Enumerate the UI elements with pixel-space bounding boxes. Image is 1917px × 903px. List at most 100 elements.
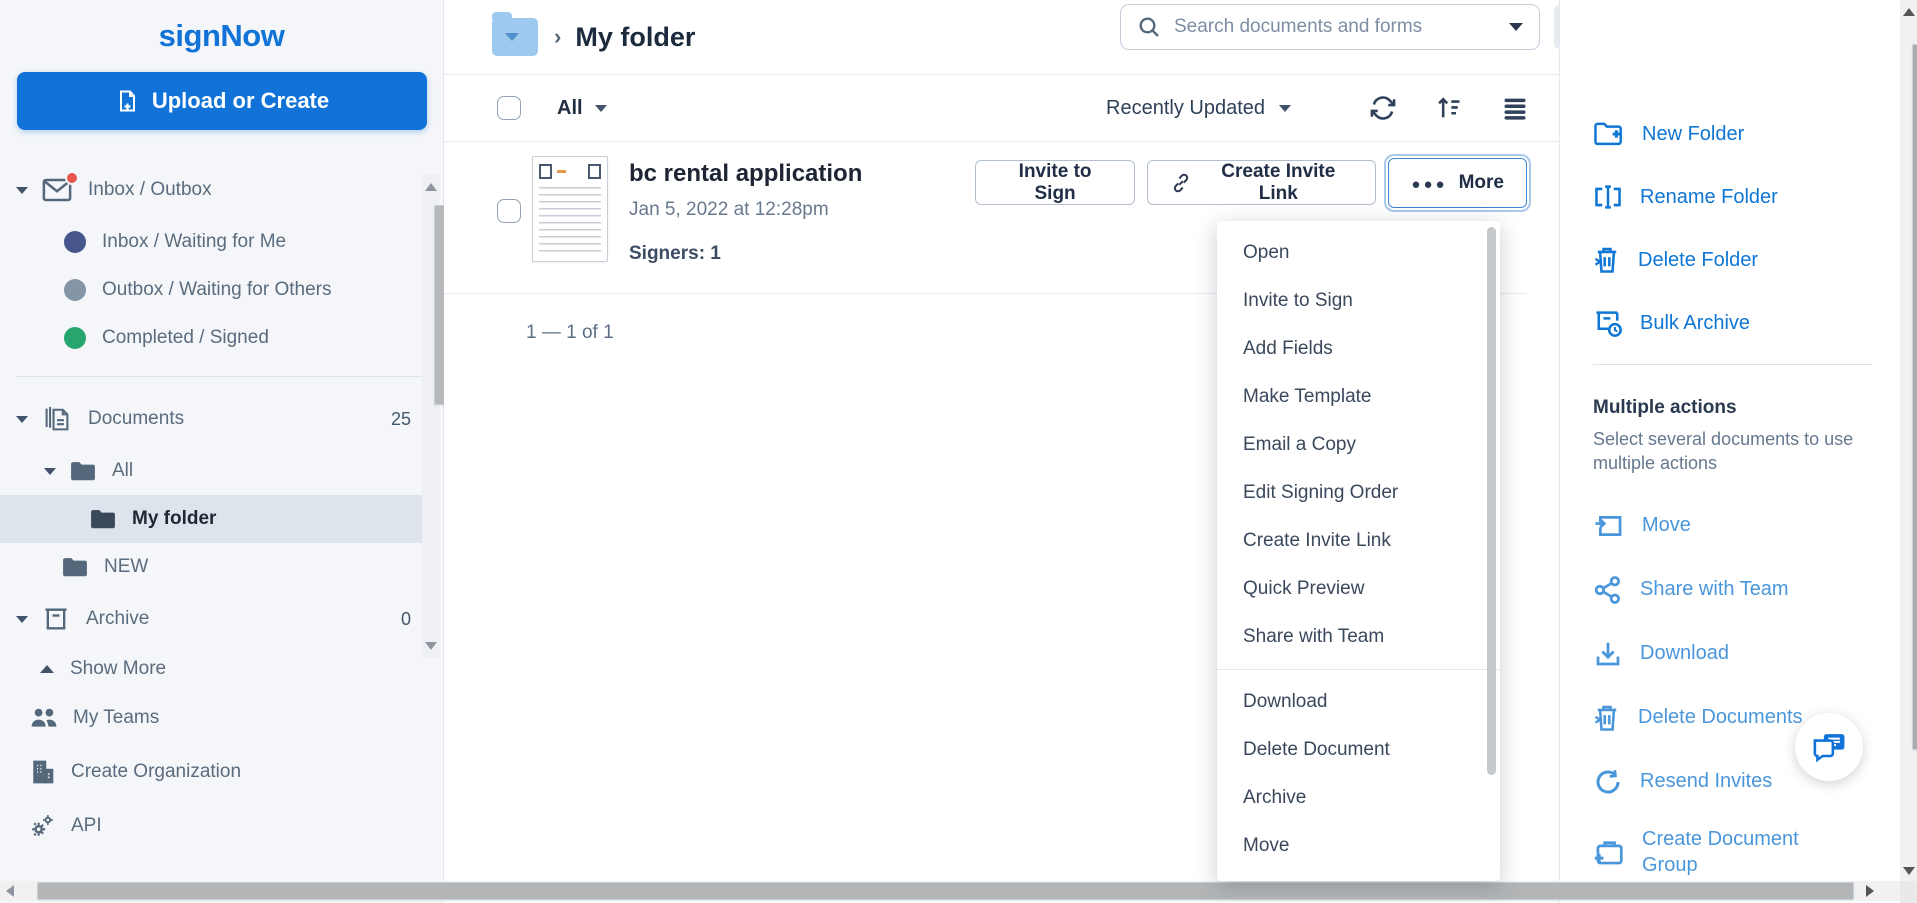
menu-item-add-fields[interactable]: Add Fields: [1217, 325, 1500, 373]
signnow-logo: signNow: [0, 0, 443, 54]
search-dropdown-caret-icon[interactable]: [1509, 23, 1523, 31]
sidebar-item-outbox-waiting-for-others[interactable]: Outbox / Waiting for Others: [0, 266, 443, 314]
scroll-right-arrow-icon[interactable]: [1866, 885, 1874, 897]
invite-to-sign-button[interactable]: Invite to Sign: [975, 160, 1135, 205]
document-plus-icon: [115, 89, 139, 113]
scroll-down-arrow-icon[interactable]: [425, 642, 437, 650]
sort-order-icon[interactable]: [1435, 94, 1463, 122]
upload-or-create-button[interactable]: Upload or Create: [17, 72, 427, 130]
share-with-team-action[interactable]: Share with Team: [1560, 564, 1900, 616]
folder-tree: Inbox / Outbox Inbox / Waiting for Me Ou…: [0, 162, 443, 647]
document-signers: Signers: 1: [629, 243, 862, 265]
create-document-group-action[interactable]: Create Document Group: [1560, 820, 1900, 884]
menu-item-create-invite-link[interactable]: Create Invite Link: [1217, 517, 1500, 565]
archive-icon: [42, 606, 70, 632]
search-bar[interactable]: [1120, 4, 1540, 50]
chat-widget-button[interactable]: [1795, 713, 1863, 781]
menu-item-email-a-copy[interactable]: Email a Copy: [1217, 421, 1500, 469]
menu-item-make-template[interactable]: Make Template: [1217, 373, 1500, 421]
menu-scrollbar-thumb[interactable]: [1487, 227, 1496, 775]
collapse-caret-icon[interactable]: [16, 416, 28, 423]
archive-clock-icon: [1593, 308, 1623, 338]
document-date: Jan 5, 2022 at 12:28pm: [629, 199, 862, 221]
trash-icon: [1593, 245, 1621, 275]
create-invite-link-button[interactable]: Create Invite Link: [1147, 160, 1376, 205]
ellipsis-icon: ●●●: [1411, 176, 1447, 193]
sidebar-item-inbox-outbox[interactable]: Inbox / Outbox: [0, 162, 443, 218]
horizontal-scrollbar-thumb[interactable]: [37, 882, 1854, 900]
scroll-down-arrow-icon[interactable]: [1903, 867, 1915, 875]
folder-actions-list: New Folder Rename Folder Delete Folder: [1560, 0, 1900, 349]
vertical-scrollbar[interactable]: [1900, 0, 1917, 881]
sidebar-item-completed-signed[interactable]: Completed / Signed: [0, 314, 443, 362]
collapse-caret-icon[interactable]: [44, 468, 56, 475]
scroll-left-arrow-icon[interactable]: [6, 885, 14, 897]
collapse-caret-icon[interactable]: [16, 616, 28, 623]
completed-status-dot: [64, 327, 86, 349]
move-action[interactable]: Move: [1560, 500, 1900, 552]
chevron-up-icon: [40, 665, 54, 673]
show-more-toggle[interactable]: Show More: [0, 647, 443, 691]
collapse-caret-icon[interactable]: [16, 187, 28, 194]
folder-icon: [90, 508, 116, 530]
menu-item-archive[interactable]: Archive: [1217, 774, 1500, 822]
list-view-icon[interactable]: [1501, 94, 1529, 122]
sort-dropdown[interactable]: Recently Updated: [1106, 97, 1291, 120]
page-title: My folder: [575, 22, 695, 53]
sidebar-item-my-folder[interactable]: My folder: [0, 495, 422, 543]
resend-refresh-icon: [1593, 767, 1623, 797]
document-title[interactable]: bc rental application: [629, 160, 862, 188]
sidebar-item-inbox-waiting-for-me[interactable]: Inbox / Waiting for Me: [0, 218, 443, 266]
folder-plus-icon: [1593, 120, 1625, 148]
breadcrumb-folder-icon[interactable]: [492, 18, 538, 56]
menu-item-edit-signing-order[interactable]: Edit Signing Order: [1217, 469, 1500, 517]
chat-bubbles-icon: [1811, 730, 1847, 764]
refresh-icon[interactable]: [1369, 94, 1397, 122]
folder-icon: [62, 556, 88, 578]
document-checkbox[interactable]: [497, 199, 521, 223]
folder-icon: [70, 460, 96, 482]
search-icon: [1137, 15, 1161, 39]
sidebar-item-new-folder[interactable]: NEW: [0, 543, 443, 591]
list-toolbar: All Recently Updated: [444, 75, 1559, 142]
download-action[interactable]: Download: [1560, 628, 1900, 680]
sidebar-item-archive[interactable]: Archive 0: [0, 591, 443, 647]
document-actions: Invite to Sign Create Invite Link ●●● Mo…: [975, 160, 1527, 208]
chevron-down-icon: [1279, 105, 1291, 112]
menu-item-invite-to-sign[interactable]: Invite to Sign: [1217, 277, 1500, 325]
sidebar-links: My Teams Create Organization: [0, 691, 443, 853]
folder-actions-panel: New Folder Rename Folder Delete Folder: [1559, 0, 1900, 903]
filter-dropdown[interactable]: All: [557, 97, 607, 120]
sidebar-scrollbar[interactable]: [422, 175, 440, 658]
select-all-checkbox[interactable]: [497, 96, 521, 120]
multiple-actions-description: Select several documents to use multiple…: [1560, 419, 1900, 476]
bulk-archive-action[interactable]: Bulk Archive: [1560, 297, 1900, 349]
vertical-scrollbar-thumb[interactable]: [1912, 44, 1917, 750]
more-actions-button[interactable]: ●●● More: [1388, 158, 1527, 208]
download-icon: [1593, 639, 1623, 669]
delete-folder-action[interactable]: Delete Folder: [1560, 234, 1900, 286]
scroll-up-arrow-icon[interactable]: [1903, 8, 1915, 16]
sidebar: signNow Upload or Create Inbox / Outbox …: [0, 0, 444, 903]
inbox-status-dot: [64, 231, 86, 253]
search-input[interactable]: [1174, 16, 1496, 38]
menu-item-move[interactable]: Move: [1217, 822, 1500, 870]
sidebar-item-my-teams[interactable]: My Teams: [0, 691, 443, 745]
sidebar-item-create-organization[interactable]: Create Organization: [0, 745, 443, 799]
move-folder-icon: [1593, 512, 1625, 540]
menu-item-open[interactable]: Open: [1217, 229, 1500, 277]
menu-item-share-with-team[interactable]: Share with Team: [1217, 613, 1500, 661]
scroll-up-arrow-icon[interactable]: [425, 183, 437, 191]
more-actions-menu: Open Invite to Sign Add Fields Make Temp…: [1217, 221, 1500, 881]
menu-item-delete-document[interactable]: Delete Document: [1217, 726, 1500, 774]
menu-item-quick-preview[interactable]: Quick Preview: [1217, 565, 1500, 613]
sidebar-item-api[interactable]: API: [0, 799, 443, 853]
document-thumbnail[interactable]: [532, 156, 608, 262]
new-folder-action[interactable]: New Folder: [1560, 108, 1900, 160]
horizontal-scrollbar[interactable]: [0, 881, 1900, 901]
sidebar-item-documents[interactable]: Documents 25: [0, 391, 443, 447]
document-meta: bc rental application Jan 5, 2022 at 12:…: [629, 156, 862, 293]
menu-item-download[interactable]: Download: [1217, 678, 1500, 726]
rename-folder-action[interactable]: Rename Folder: [1560, 171, 1900, 223]
sidebar-item-all-folder[interactable]: All: [0, 447, 443, 495]
